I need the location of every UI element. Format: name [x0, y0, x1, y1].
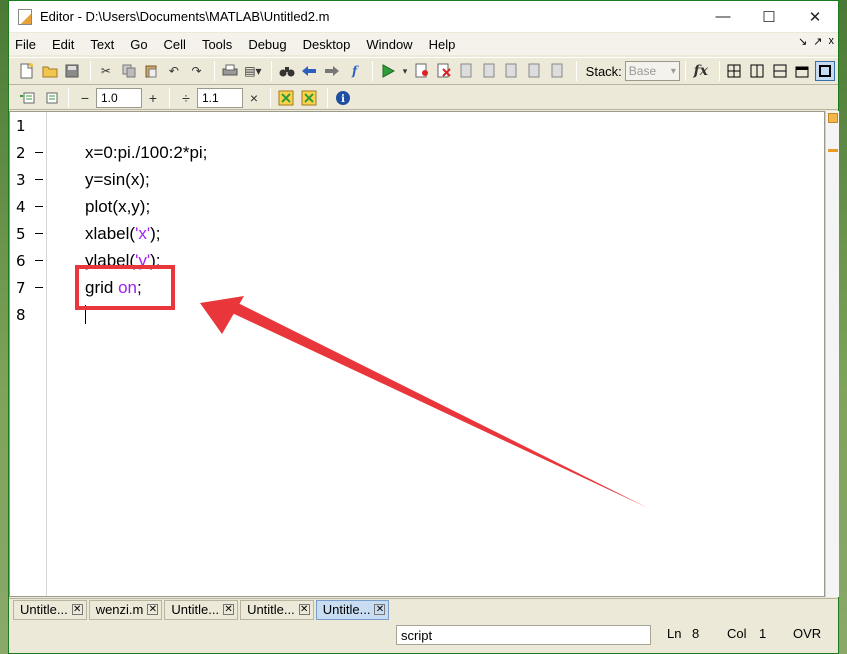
annotation-arrow: [200, 296, 648, 508]
arrow-shaft: [230, 302, 648, 508]
